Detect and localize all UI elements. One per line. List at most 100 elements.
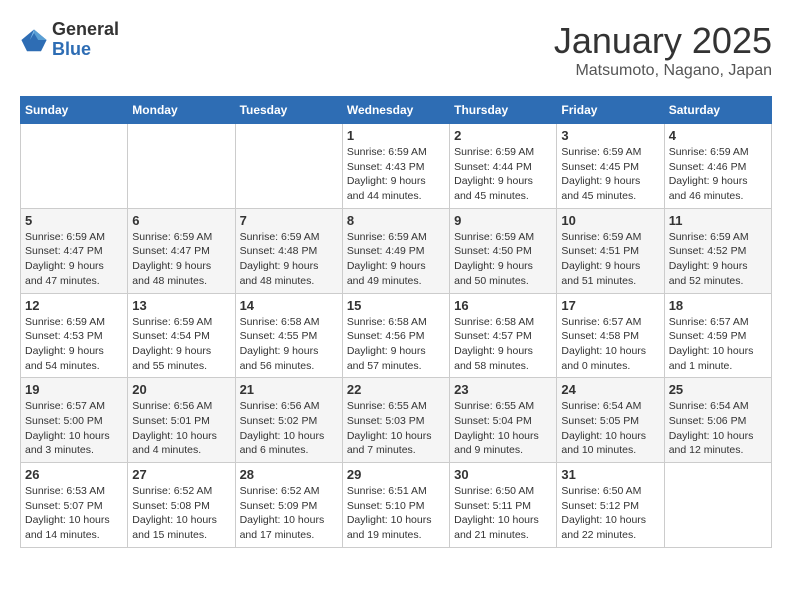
day-number: 30	[454, 467, 552, 482]
day-number: 5	[25, 213, 123, 228]
calendar-week-row: 1 Sunrise: 6:59 AM Sunset: 4:43 PM Daylig…	[21, 124, 772, 209]
weekday-header-saturday: Saturday	[664, 97, 771, 124]
day-number: 16	[454, 298, 552, 313]
calendar-cell: 6 Sunrise: 6:59 AM Sunset: 4:47 PM Daylig…	[128, 208, 235, 293]
weekday-header-sunday: Sunday	[21, 97, 128, 124]
day-number: 31	[561, 467, 659, 482]
month-title: January 2025	[554, 20, 772, 62]
calendar-cell: 24 Sunrise: 6:54 AM Sunset: 5:05 PM Dayli…	[557, 378, 664, 463]
day-info: Sunrise: 6:59 AM Sunset: 4:49 PM Dayligh…	[347, 230, 445, 289]
day-number: 24	[561, 382, 659, 397]
calendar-cell: 2Sunrise: 6:59 AM Sunset: 4:44 PM Daylig…	[450, 124, 557, 209]
calendar-cell: 14Sunrise: 6:58 AM Sunset: 4:55 PM Dayli…	[235, 293, 342, 378]
day-number: 12	[25, 298, 123, 313]
day-info: Sunrise: 6:59 AM Sunset: 4:45 PM Dayligh…	[561, 145, 659, 204]
title-block: January 2025 Matsumoto, Nagano, Japan	[554, 20, 772, 80]
day-info: Sunrise: 6:51 AM Sunset: 5:10 PM Dayligh…	[347, 484, 445, 543]
calendar-cell: 1 Sunrise: 6:59 AM Sunset: 4:43 PM Daylig…	[342, 124, 449, 209]
day-info: Sunrise: 6:52 AM Sunset: 5:08 PM Dayligh…	[132, 484, 230, 543]
calendar-cell: 29 Sunrise: 6:51 AM Sunset: 5:10 PM Dayli…	[342, 463, 449, 548]
weekday-header-tuesday: Tuesday	[235, 97, 342, 124]
day-info: Sunrise: 6:56 AM Sunset: 5:01 PM Dayligh…	[132, 399, 230, 458]
logo-general-text: General	[52, 20, 119, 40]
day-info: Sunrise: 6:58 AM Sunset: 4:56 PM Dayligh…	[347, 315, 445, 374]
day-number: 27	[132, 467, 230, 482]
calendar-cell: 18 Sunrise: 6:57 AM Sunset: 4:59 PM Dayli…	[664, 293, 771, 378]
day-number: 22	[347, 382, 445, 397]
day-number: 28	[240, 467, 338, 482]
calendar-week-row: 5 Sunrise: 6:59 AM Sunset: 4:47 PM Daylig…	[21, 208, 772, 293]
calendar-cell: 21Sunrise: 6:56 AM Sunset: 5:02 PM Dayli…	[235, 378, 342, 463]
calendar-cell	[21, 124, 128, 209]
day-info: Sunrise: 6:59 AM Sunset: 4:48 PM Dayligh…	[240, 230, 338, 289]
logo-text: General Blue	[52, 20, 119, 60]
calendar-cell	[128, 124, 235, 209]
calendar-cell: 16 Sunrise: 6:58 AM Sunset: 4:57 PM Dayli…	[450, 293, 557, 378]
day-number: 3	[561, 128, 659, 143]
calendar-cell	[664, 463, 771, 548]
calendar-cell: 17 Sunrise: 6:57 AM Sunset: 4:58 PM Dayli…	[557, 293, 664, 378]
calendar-cell: 5Sunrise: 6:59 AM Sunset: 4:47 PM Daylig…	[21, 208, 128, 293]
calendar-table: SundayMondayTuesdayWednesdayThursdayFrid…	[20, 96, 772, 548]
day-number: 11	[669, 213, 767, 228]
page-header: General Blue January 2025 Matsumoto, Nag…	[20, 20, 772, 80]
calendar-cell: 3 Sunrise: 6:59 AM Sunset: 4:45 PM Daylig…	[557, 124, 664, 209]
day-info: Sunrise: 6:59 AM Sunset: 4:47 PM Dayligh…	[132, 230, 230, 289]
day-number: 9	[454, 213, 552, 228]
day-number: 10	[561, 213, 659, 228]
weekday-header-friday: Friday	[557, 97, 664, 124]
calendar-cell: 9Sunrise: 6:59 AM Sunset: 4:50 PM Daylig…	[450, 208, 557, 293]
day-info: Sunrise: 6:59 AM Sunset: 4:52 PM Dayligh…	[669, 230, 767, 289]
day-info: Sunrise: 6:57 AM Sunset: 5:00 PM Dayligh…	[25, 399, 123, 458]
day-info: Sunrise: 6:57 AM Sunset: 4:58 PM Dayligh…	[561, 315, 659, 374]
day-info: Sunrise: 6:57 AM Sunset: 4:59 PM Dayligh…	[669, 315, 767, 374]
calendar-cell: 26Sunrise: 6:53 AM Sunset: 5:07 PM Dayli…	[21, 463, 128, 548]
day-info: Sunrise: 6:59 AM Sunset: 4:43 PM Dayligh…	[347, 145, 445, 204]
day-number: 6	[132, 213, 230, 228]
calendar-cell: 19 Sunrise: 6:57 AM Sunset: 5:00 PM Dayli…	[21, 378, 128, 463]
day-number: 18	[669, 298, 767, 313]
day-number: 8	[347, 213, 445, 228]
weekday-header-monday: Monday	[128, 97, 235, 124]
day-info: Sunrise: 6:59 AM Sunset: 4:51 PM Dayligh…	[561, 230, 659, 289]
day-info: Sunrise: 6:50 AM Sunset: 5:11 PM Dayligh…	[454, 484, 552, 543]
day-number: 13	[132, 298, 230, 313]
calendar-cell: 20Sunrise: 6:56 AM Sunset: 5:01 PM Dayli…	[128, 378, 235, 463]
day-number: 4	[669, 128, 767, 143]
day-number: 29	[347, 467, 445, 482]
calendar-cell: 31 Sunrise: 6:50 AM Sunset: 5:12 PM Dayli…	[557, 463, 664, 548]
day-info: Sunrise: 6:58 AM Sunset: 4:57 PM Dayligh…	[454, 315, 552, 374]
location: Matsumoto, Nagano, Japan	[554, 62, 772, 80]
day-number: 1	[347, 128, 445, 143]
logo-icon	[20, 26, 48, 54]
day-info: Sunrise: 6:50 AM Sunset: 5:12 PM Dayligh…	[561, 484, 659, 543]
calendar-cell: 25 Sunrise: 6:54 AM Sunset: 5:06 PM Dayli…	[664, 378, 771, 463]
weekday-header-row: SundayMondayTuesdayWednesdayThursdayFrid…	[21, 97, 772, 124]
day-info: Sunrise: 6:54 AM Sunset: 5:05 PM Dayligh…	[561, 399, 659, 458]
day-number: 15	[347, 298, 445, 313]
day-number: 17	[561, 298, 659, 313]
day-number: 25	[669, 382, 767, 397]
calendar-week-row: 26Sunrise: 6:53 AM Sunset: 5:07 PM Dayli…	[21, 463, 772, 548]
day-number: 23	[454, 382, 552, 397]
day-info: Sunrise: 6:52 AM Sunset: 5:09 PM Dayligh…	[240, 484, 338, 543]
day-info: Sunrise: 6:58 AM Sunset: 4:55 PM Dayligh…	[240, 315, 338, 374]
day-info: Sunrise: 6:59 AM Sunset: 4:53 PM Dayligh…	[25, 315, 123, 374]
calendar-cell: 23Sunrise: 6:55 AM Sunset: 5:04 PM Dayli…	[450, 378, 557, 463]
calendar-cell: 15 Sunrise: 6:58 AM Sunset: 4:56 PM Dayli…	[342, 293, 449, 378]
calendar-cell: 8 Sunrise: 6:59 AM Sunset: 4:49 PM Daylig…	[342, 208, 449, 293]
calendar-cell: 11 Sunrise: 6:59 AM Sunset: 4:52 PM Dayli…	[664, 208, 771, 293]
day-number: 21	[240, 382, 338, 397]
calendar-cell: 7Sunrise: 6:59 AM Sunset: 4:48 PM Daylig…	[235, 208, 342, 293]
day-info: Sunrise: 6:54 AM Sunset: 5:06 PM Dayligh…	[669, 399, 767, 458]
calendar-cell: 28 Sunrise: 6:52 AM Sunset: 5:09 PM Dayli…	[235, 463, 342, 548]
calendar-cell	[235, 124, 342, 209]
calendar-cell: 22 Sunrise: 6:55 AM Sunset: 5:03 PM Dayli…	[342, 378, 449, 463]
calendar-cell: 13Sunrise: 6:59 AM Sunset: 4:54 PM Dayli…	[128, 293, 235, 378]
day-number: 2	[454, 128, 552, 143]
day-number: 19	[25, 382, 123, 397]
day-info: Sunrise: 6:59 AM Sunset: 4:46 PM Dayligh…	[669, 145, 767, 204]
day-info: Sunrise: 6:55 AM Sunset: 5:03 PM Dayligh…	[347, 399, 445, 458]
calendar-cell: 27 Sunrise: 6:52 AM Sunset: 5:08 PM Dayli…	[128, 463, 235, 548]
weekday-header-thursday: Thursday	[450, 97, 557, 124]
